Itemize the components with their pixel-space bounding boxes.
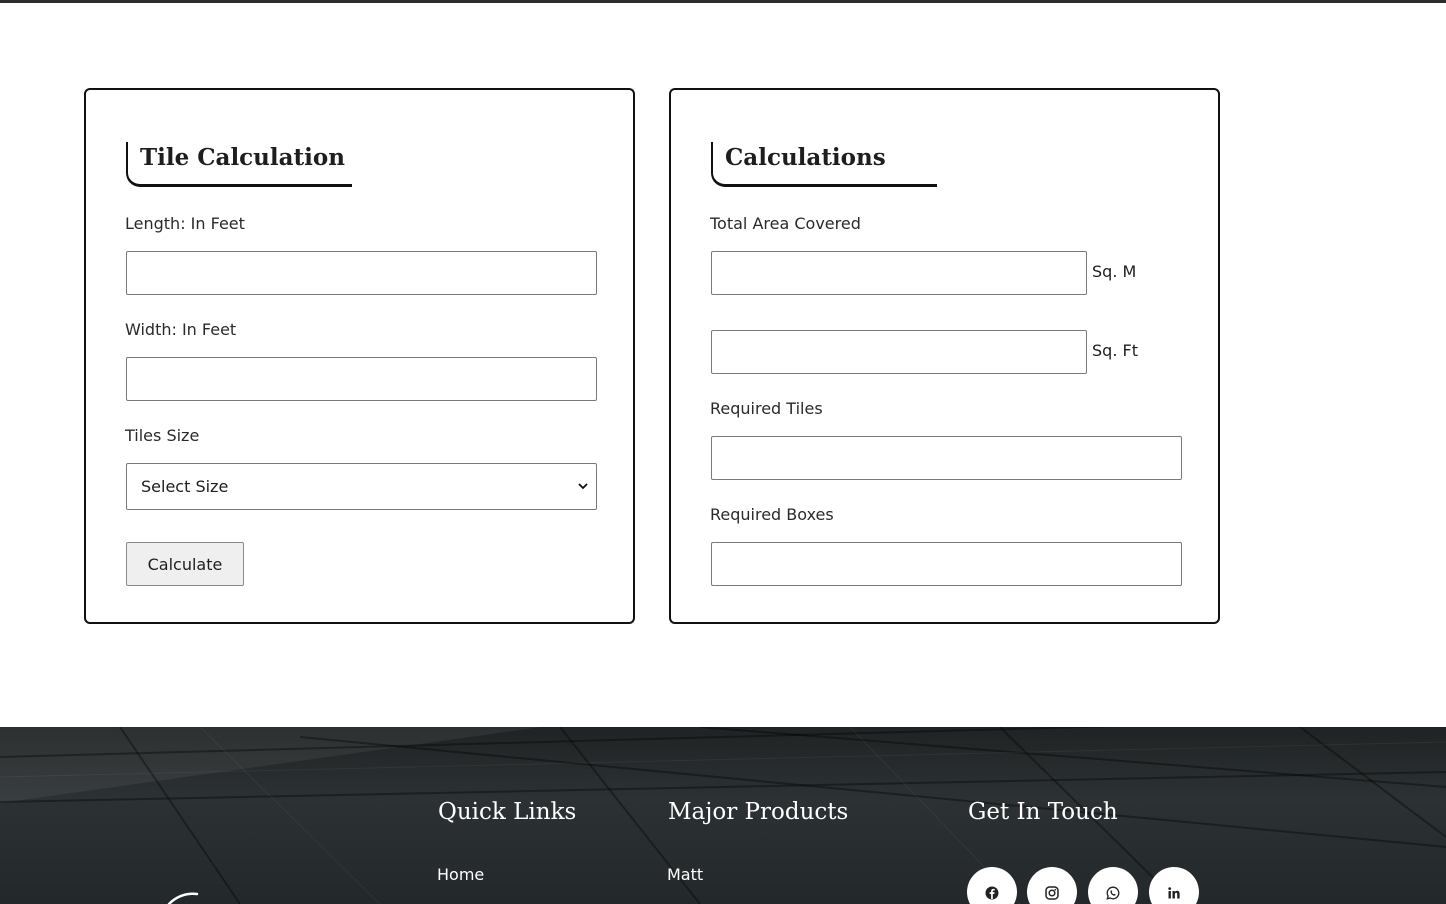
length-label: Length: In Feet: [125, 214, 245, 233]
calculations-heading: Calculations: [711, 142, 937, 187]
chevron-down-icon: [578, 483, 588, 490]
facebook-icon: [985, 886, 999, 900]
tiles-size-selected-value: Select Size: [141, 477, 229, 496]
required-tiles-label: Required Tiles: [710, 399, 823, 418]
tiles-size-label: Tiles Size: [125, 426, 200, 445]
required-tiles-field[interactable]: [711, 436, 1182, 480]
tile-calculation-heading: Tile Calculation: [126, 142, 352, 187]
top-divider: [0, 0, 1446, 3]
calculate-button[interactable]: Calculate: [126, 542, 244, 586]
footer-link-home[interactable]: Home: [437, 865, 484, 884]
footer-link-matt[interactable]: Matt: [667, 865, 703, 884]
required-boxes-field[interactable]: [711, 542, 1182, 586]
major-products-heading: Major Products: [668, 799, 849, 825]
tile-calculation-title: Tile Calculation: [140, 144, 345, 171]
area-sqft-field[interactable]: [711, 330, 1087, 374]
get-in-touch-heading: Get In Touch: [968, 799, 1118, 825]
calculations-card: Calculations Total Area Covered Sq. M Sq…: [669, 88, 1220, 624]
width-input[interactable]: [126, 357, 597, 401]
linkedin-icon: [1168, 887, 1180, 899]
length-input[interactable]: [126, 251, 597, 295]
site-footer: Quick Links Home Major Products Matt Get…: [0, 727, 1446, 904]
sqm-unit-label: Sq. M: [1092, 262, 1137, 281]
quick-links-heading: Quick Links: [438, 799, 577, 825]
width-label: Width: In Feet: [125, 320, 237, 339]
sqft-unit-label: Sq. Ft: [1092, 341, 1138, 360]
calculations-title: Calculations: [725, 144, 886, 171]
required-boxes-label: Required Boxes: [710, 505, 834, 524]
area-sqm-field[interactable]: [711, 251, 1087, 295]
instagram-icon: [1045, 886, 1059, 900]
tile-calculation-card: Tile Calculation Length: In Feet Width: …: [84, 88, 635, 624]
tiles-size-select[interactable]: Select Size: [126, 463, 597, 510]
whatsapp-icon: [1106, 886, 1120, 900]
logo-mark: [167, 892, 199, 904]
total-area-label: Total Area Covered: [710, 214, 861, 233]
